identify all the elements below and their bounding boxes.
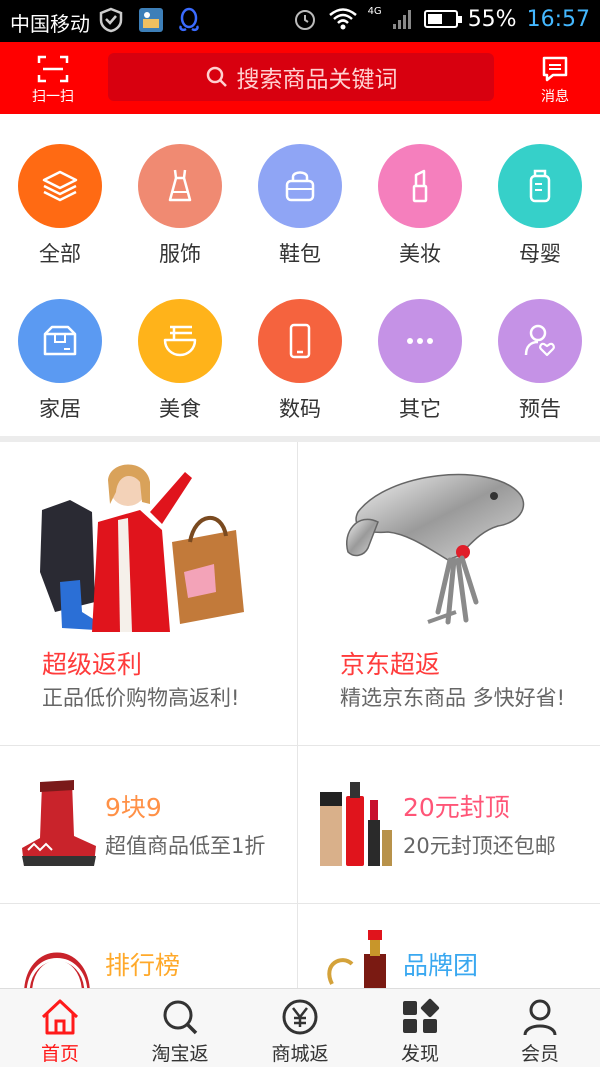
category-food[interactable]: 美食 xyxy=(120,269,240,421)
promo-subtitle: 精选京东商品 多快好省! xyxy=(340,686,566,710)
bottom-tab-bar: 首页 淘宝返 商城返 发现 会员 xyxy=(0,988,600,1067)
search-placeholder: 搜索商品关键词 xyxy=(236,67,398,93)
category-label: 母婴 xyxy=(519,242,561,266)
headphones-image xyxy=(24,952,90,988)
network-type: 4G xyxy=(367,5,382,17)
carrier-name: 中国移动 xyxy=(10,12,90,36)
category-label: 数码 xyxy=(279,397,321,421)
deals-row-2: 排行榜 品牌团 xyxy=(0,904,600,988)
search-input[interactable]: 搜索商品关键词 xyxy=(108,53,494,101)
noodle-bowl-icon xyxy=(138,299,222,383)
category-label: 预告 xyxy=(519,397,561,421)
cosmetics-image xyxy=(320,782,392,866)
category-home[interactable]: 家居 xyxy=(0,269,120,421)
deal-title: 20元封顶 xyxy=(403,793,510,822)
scan-icon xyxy=(37,55,69,83)
tab-label: 发现 xyxy=(400,1043,439,1065)
category-all[interactable]: 全部 xyxy=(0,114,120,266)
deal-twenty-cap[interactable]: 20元封顶 20元封顶还包邮 xyxy=(297,746,594,904)
tab-mall-rebate[interactable]: 商城返 xyxy=(240,989,360,1067)
fashion-model-image xyxy=(40,464,244,632)
category-grid: 全部 服饰 鞋包 美妆 母婴 家居 美食 数码 其它 预告 xyxy=(0,114,600,436)
scan-button[interactable]: 扫一扫 xyxy=(18,50,88,108)
more-dots-icon xyxy=(378,299,462,383)
battery-percent: 55% xyxy=(467,6,517,32)
promo-row: 超级返利 正品低价购物高返利! 京东超返 精选京东商品 多快好省! xyxy=(0,442,600,746)
jd-dog-mascot-image xyxy=(346,473,525,625)
deal-title: 排行榜 xyxy=(105,951,181,980)
category-label: 其它 xyxy=(399,397,441,421)
qq-penguin-icon xyxy=(179,7,199,32)
category-beauty[interactable]: 美妆 xyxy=(360,114,480,266)
user-icon xyxy=(523,999,557,1036)
tab-label: 首页 xyxy=(40,1043,79,1065)
layers-icon xyxy=(18,144,102,228)
tab-member[interactable]: 会员 xyxy=(480,989,600,1067)
tab-label: 淘宝返 xyxy=(151,1043,209,1065)
app-screen: 中国移动 4G 55% 16:57 扫一扫 搜索商品关键词 消息 全部 服饰 鞋… xyxy=(0,0,600,1067)
shield-icon xyxy=(99,7,123,33)
category-clothing[interactable]: 服饰 xyxy=(120,114,240,266)
home-icon xyxy=(41,999,79,1035)
scan-label: 扫一扫 xyxy=(32,89,74,105)
deals-row-1: 9块9 超值商品低至1折 20元封顶 20元封顶还包邮 xyxy=(0,746,600,904)
category-label: 服饰 xyxy=(159,242,201,266)
search-icon xyxy=(163,1000,198,1035)
category-label: 家居 xyxy=(39,397,81,421)
wifi-icon xyxy=(328,8,357,30)
battery-icon xyxy=(423,10,462,28)
deal-title: 9块9 xyxy=(105,793,162,822)
status-bar: 中国移动 4G 55% 16:57 xyxy=(0,0,600,42)
search-icon xyxy=(206,66,227,87)
user-heart-icon xyxy=(498,299,582,383)
phone-icon xyxy=(258,299,342,383)
tab-label: 会员 xyxy=(520,1043,559,1065)
red-boot-image xyxy=(22,780,96,866)
battery-fill xyxy=(427,14,442,24)
deal-title: 品牌团 xyxy=(403,951,479,980)
clock: 16:57 xyxy=(526,6,590,32)
perfume-image xyxy=(327,930,386,988)
message-icon xyxy=(542,56,568,82)
message-label: 消息 xyxy=(541,89,569,105)
promo-title: 超级返利 xyxy=(42,650,143,679)
deal-subtitle: 超值商品低至1折 xyxy=(105,834,266,858)
grid-discover-icon xyxy=(403,998,440,1033)
category-shoes-bags[interactable]: 鞋包 xyxy=(240,114,360,266)
category-label: 鞋包 xyxy=(279,242,321,266)
deal-ranking[interactable]: 排行榜 xyxy=(0,904,297,988)
signal-icon xyxy=(392,10,411,29)
tab-taobao-rebate[interactable]: 淘宝返 xyxy=(120,989,240,1067)
promo-title: 京东超返 xyxy=(340,650,441,679)
handbag-icon xyxy=(258,144,342,228)
status-right: 4G 55% 16:57 xyxy=(292,6,590,32)
baby-bottle-icon xyxy=(498,144,582,228)
lipstick-icon xyxy=(378,144,462,228)
tab-discover[interactable]: 发现 xyxy=(360,989,480,1067)
box-icon xyxy=(18,299,102,383)
category-label: 美食 xyxy=(159,397,201,421)
deal-brand-group[interactable]: 品牌团 xyxy=(297,904,594,988)
category-other[interactable]: 其它 xyxy=(360,269,480,421)
gallery-icon xyxy=(139,8,163,32)
alarm-icon xyxy=(294,10,315,30)
top-header: 扫一扫 搜索商品关键词 消息 xyxy=(0,42,600,114)
tab-home[interactable]: 首页 xyxy=(0,989,120,1067)
promo-super-rebate[interactable]: 超级返利 正品低价购物高返利! xyxy=(0,442,297,746)
message-button[interactable]: 消息 xyxy=(520,50,590,108)
dress-icon xyxy=(138,144,222,228)
tab-label: 商城返 xyxy=(271,1043,329,1065)
category-digital[interactable]: 数码 xyxy=(240,269,360,421)
promo-subtitle: 正品低价购物高返利! xyxy=(42,686,240,710)
category-label: 美妆 xyxy=(399,242,441,266)
promo-jd-rebate[interactable]: 京东超返 精选京东商品 多快好省! xyxy=(297,442,594,746)
category-mother-baby[interactable]: 母婴 xyxy=(480,114,600,266)
deal-subtitle: 20元封顶还包邮 xyxy=(403,834,556,858)
category-preview[interactable]: 预告 xyxy=(480,269,600,421)
yen-coin-icon xyxy=(282,999,318,1035)
deal-nine-nine[interactable]: 9块9 超值商品低至1折 xyxy=(0,746,297,904)
category-label: 全部 xyxy=(39,242,81,266)
